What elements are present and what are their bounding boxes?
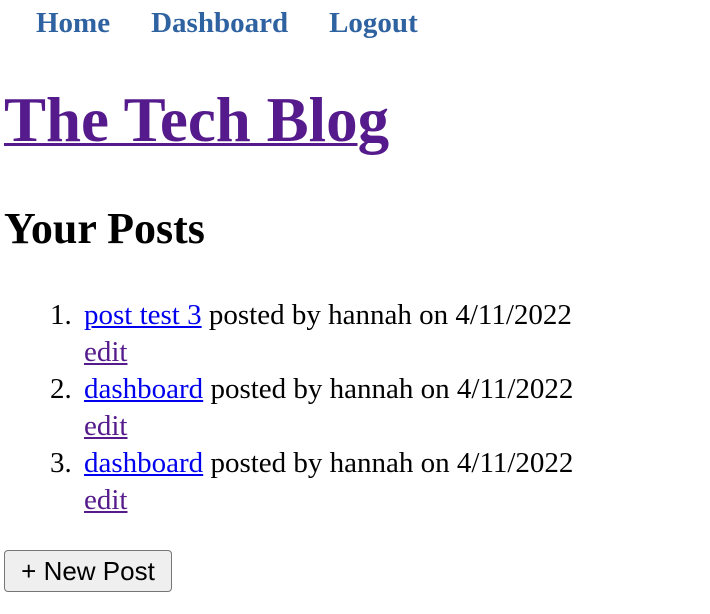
new-post-button[interactable]: + New Post [4, 550, 172, 592]
site-title-link[interactable]: The Tech Blog [4, 85, 389, 155]
post-list-item: 3. dashboard posted by hannah on 4/11/20… [50, 445, 684, 519]
post-meta: posted by hannah on 4/11/2022 [203, 447, 574, 479]
nav-dashboard-link[interactable]: Dashboard [151, 4, 288, 42]
post-edit-link[interactable]: edit [84, 334, 684, 371]
post-list-item: 2. dashboard posted by hannah on 4/11/20… [50, 371, 684, 445]
post-title-link[interactable]: post test 3 [84, 299, 202, 331]
nav-logout-link[interactable]: Logout [329, 4, 418, 42]
post-title-link[interactable]: dashboard [84, 447, 203, 479]
post-meta: posted by hannah on 4/11/2022 [201, 299, 572, 331]
post-list: 1. post test 3 posted by hannah on 4/11/… [50, 297, 684, 519]
post-title-link[interactable]: dashboard [84, 373, 203, 405]
section-title: Your Posts [4, 204, 205, 253]
nav-home-link[interactable]: Home [36, 4, 110, 42]
top-nav: Home Dashboard Logout [36, 4, 418, 42]
post-number: 3. [50, 447, 72, 479]
post-edit-link[interactable]: edit [84, 408, 684, 445]
post-meta: posted by hannah on 4/11/2022 [203, 373, 574, 405]
post-edit-link[interactable]: edit [84, 482, 684, 519]
post-number: 1. [50, 299, 72, 331]
site-title: The Tech Blog [4, 82, 389, 158]
post-number: 2. [50, 373, 72, 405]
post-list-item: 1. post test 3 posted by hannah on 4/11/… [50, 297, 684, 371]
